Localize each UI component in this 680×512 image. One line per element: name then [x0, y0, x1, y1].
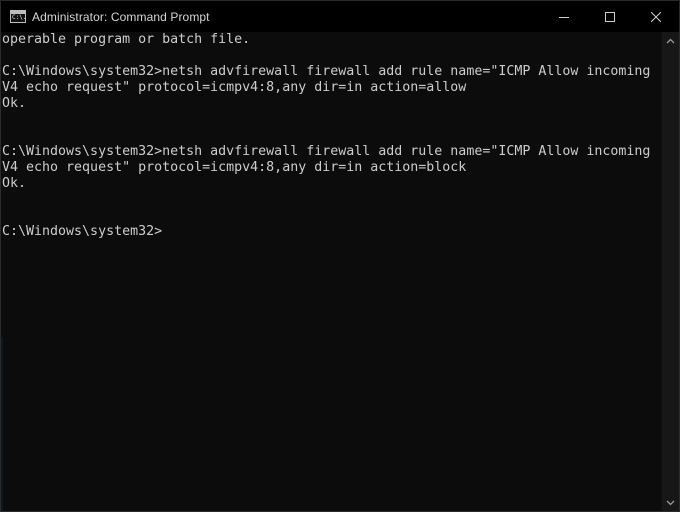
- minimize-button[interactable]: [541, 1, 587, 32]
- console-line: Ok.: [2, 176, 27, 191]
- console-line: Ok.: [2, 96, 27, 111]
- cmd-icon-glyph: C:\.: [12, 14, 27, 21]
- close-icon: [651, 11, 661, 22]
- minimize-icon: [559, 16, 569, 18]
- console-line: V4 echo request" protocol=icmpv4:8,any d…: [2, 80, 467, 95]
- command-prompt-line[interactable]: C:\Windows\system32>: [2, 224, 662, 240]
- command-prompt-window: C:\. Administrator: Command Prompt opera…: [0, 0, 680, 512]
- console-output[interactable]: operable program or batch file. C:\Windo…: [1, 32, 662, 511]
- scroll-down-button[interactable]: [662, 494, 679, 511]
- window-controls: [541, 1, 679, 32]
- console-line: operable program or batch file.: [2, 32, 251, 47]
- window-title: Administrator: Command Prompt: [32, 9, 210, 24]
- console-line: C:\Windows\system32>netsh advfirewall fi…: [2, 64, 651, 79]
- maximize-icon: [605, 11, 615, 22]
- window-edge: [1, 337, 3, 511]
- vertical-scrollbar[interactable]: [662, 32, 679, 511]
- scroll-up-arrow-icon: [666, 38, 675, 43]
- title-bar[interactable]: C:\. Administrator: Command Prompt: [1, 1, 679, 32]
- scroll-down-arrow-icon: [666, 500, 675, 505]
- console-line: V4 echo request" protocol=icmpv4:8,any d…: [2, 160, 467, 175]
- console-line: C:\Windows\system32>netsh advfirewall fi…: [2, 144, 651, 159]
- scrollbar-thumb[interactable]: [666, 50, 675, 492]
- cmd-icon[interactable]: C:\.: [10, 10, 26, 23]
- close-button[interactable]: [633, 1, 679, 32]
- scroll-up-button[interactable]: [662, 32, 679, 49]
- maximize-button[interactable]: [587, 1, 633, 32]
